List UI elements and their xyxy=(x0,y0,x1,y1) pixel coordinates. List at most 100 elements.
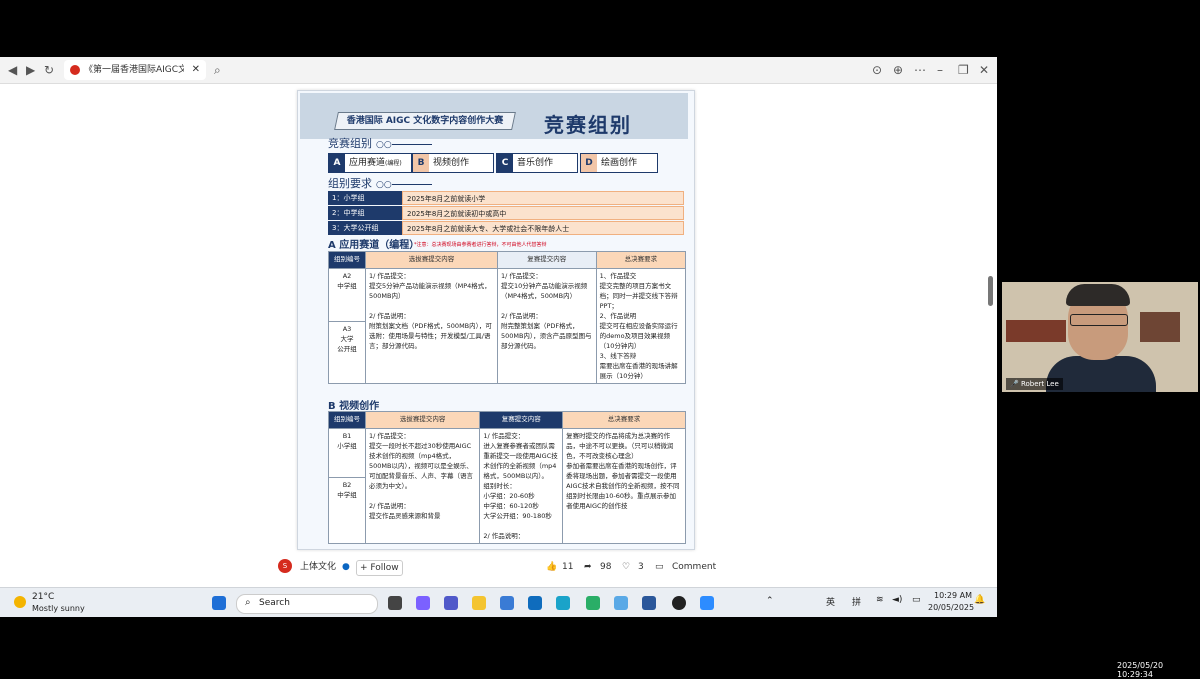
group-b-title: B 视频创作 xyxy=(328,401,380,412)
verified-icon: ● xyxy=(342,562,350,572)
volume-icon[interactable]: ◄) xyxy=(892,595,902,605)
comment-button[interactable]: Comment xyxy=(672,554,716,580)
competition-poster: 香港国际 AIGC 文化数字内容创作大赛 竞赛组别 竞赛组别 ○○ A 应用赛道(编… xyxy=(297,90,695,550)
post-actions-bar: S 上体文化 ● + Follow 👍 11 ➦ 98 ♡ 3 ▭ Commen… xyxy=(272,554,722,580)
wifi-icon[interactable]: ≋ xyxy=(876,595,884,605)
taskbar: 21°C Mostly sunny ⌕ Search ⌃ 英 拼 ≋ ◄) ▭ … xyxy=(0,587,997,617)
browser-tab[interactable]: 《第一届香港国际AIGC文化... ✕ xyxy=(64,60,206,80)
scrollbar[interactable] xyxy=(988,276,993,306)
search-icon: ⌕ xyxy=(245,597,251,608)
comment-icon[interactable]: ▭ xyxy=(655,554,664,580)
site-favicon xyxy=(70,65,80,75)
category-a: A 应用赛道(编程) xyxy=(328,153,412,173)
app-icon[interactable] xyxy=(614,596,628,610)
copilot-icon[interactable] xyxy=(416,596,430,610)
task-view-icon[interactable] xyxy=(388,596,402,610)
table-header: 复赛提交内容 xyxy=(496,251,597,269)
section-categories-label: 竞赛组别 xyxy=(328,137,372,150)
category-label: 音乐创作 xyxy=(517,158,554,168)
participant-glasses xyxy=(1070,314,1128,326)
start-icon[interactable] xyxy=(212,596,226,610)
books xyxy=(1006,320,1066,342)
clock-date[interactable]: 20/05/2025 xyxy=(928,603,974,612)
follow-button[interactable]: + Follow xyxy=(356,560,403,576)
requirement-key: 1：小学组 xyxy=(328,191,402,205)
table-header: 总决赛要求 xyxy=(595,251,687,269)
table-header: 组别编号 xyxy=(328,411,366,429)
search-label: Search xyxy=(259,598,290,608)
taskbar-search[interactable]: ⌕ Search xyxy=(236,594,378,614)
group-a-title: A 应用赛道（编程） xyxy=(328,240,420,251)
repost-icon[interactable]: ➦ xyxy=(584,554,592,580)
table-header: 复赛提交内容 xyxy=(479,411,564,429)
table-header: 总决赛要求 xyxy=(562,411,686,429)
category-sub: (编程) xyxy=(385,160,402,167)
category-b: B 视频创作 xyxy=(412,153,494,173)
requirement-value: 2025年8月之前就读大专、大学或社会不限年龄人士 xyxy=(402,221,684,235)
heart-icon[interactable]: ♡ xyxy=(622,554,630,580)
battery-icon[interactable]: ▭ xyxy=(912,595,921,605)
table-cell: 1、作品提交 提交完整的项目方案书文档；同时一并提交线下答辩PPT； 2、作品说… xyxy=(595,268,687,384)
group-code: A2 中学组 xyxy=(328,267,366,323)
forward-icon[interactable]: ▶ xyxy=(26,62,35,78)
more-icon[interactable]: ⋯ xyxy=(914,62,926,78)
table-cell: 1/ 作品提交： 提交一段时长不超过30秒使用AIGC技术创作的视频（mp4格式… xyxy=(364,428,481,544)
weather-text: Mostly sunny xyxy=(32,604,85,613)
back-icon[interactable]: ◀ xyxy=(8,62,17,78)
chevron-up-icon[interactable]: ⌃ xyxy=(766,596,774,606)
poster-title: 竞赛组别 xyxy=(544,113,632,137)
group-code: B1 小学组 xyxy=(328,427,366,479)
zoom-icon[interactable] xyxy=(700,596,714,610)
video-participant-tile[interactable]: 🎤 Robert Lee xyxy=(1002,282,1198,392)
wechat-icon[interactable] xyxy=(586,596,600,610)
category-letter: A xyxy=(329,154,345,172)
account-name[interactable]: 上体文化 xyxy=(300,554,336,580)
minimize-icon[interactable]: – xyxy=(937,62,943,78)
account-logo[interactable]: S xyxy=(278,559,292,573)
participant-name-text: Robert Lee xyxy=(1020,380,1059,388)
like-icon[interactable]: 👍 xyxy=(546,554,557,580)
heart-count: 3 xyxy=(638,562,644,572)
requirement-row: 3：大学公开组 2025年8月之前就读大专、大学或社会不限年龄人士 xyxy=(328,221,684,235)
download-icon[interactable]: ⊙ xyxy=(872,62,882,78)
edge-icon[interactable] xyxy=(556,596,570,610)
table-row: B1 小学组 1/ 作品提交： 提交一段时长不超过30秒使用AIGC技术创作的视… xyxy=(328,427,686,544)
outlook-icon[interactable] xyxy=(528,596,542,610)
table-header: 选拔赛提交内容 xyxy=(364,411,481,429)
table-row: A2 中学组 1/ 作品提交： 提交5分钟产品功能演示视频（MP4格式，500M… xyxy=(328,267,687,384)
browser-tabbar: ◀ ▶ ↻ 《第一届香港国际AIGC文化... ✕ ⌕ ⊙ ⊕ ⋯ – ❐ ✕ xyxy=(0,57,997,84)
group-code: B2 中学组 xyxy=(328,477,366,544)
requirement-row: 1：小学组 2025年8月之前就读小学 xyxy=(328,191,684,205)
poster-banner: 香港国际 AIGC 文化数字内容创作大赛 xyxy=(334,112,516,130)
restore-icon[interactable]: ❐ xyxy=(958,62,969,78)
search-icon[interactable]: ⌕ xyxy=(214,62,221,78)
requirement-row: 2：中学组 2025年8月之前就读初中或高中 xyxy=(328,206,684,220)
explorer-icon[interactable] xyxy=(472,596,486,610)
category-letter: C xyxy=(497,154,513,172)
requirement-key: 3：大学公开组 xyxy=(328,221,402,235)
ime-mode[interactable]: 拼 xyxy=(852,595,861,608)
clock-time[interactable]: 10:29 AM xyxy=(934,591,972,600)
globe-icon[interactable]: ⊕ xyxy=(893,62,903,78)
group-a-note: *注意：总决赛现场由参赛者进行答辩，不可由他人代替答辩 xyxy=(414,242,547,248)
requirement-key: 2：中学组 xyxy=(328,206,402,220)
media-icon[interactable] xyxy=(672,596,686,610)
table-cell: 复赛时提交的作品将成为总决赛的作品，中途不可以更换。（只可以稍微润色，不可改变核… xyxy=(562,428,686,544)
notification-icon[interactable]: 🔔 xyxy=(974,595,985,605)
teams-icon[interactable] xyxy=(444,596,458,610)
window-close-icon[interactable]: ✕ xyxy=(979,62,989,78)
group-b-table: 组别编号 选拔赛提交内容 复赛提交内容 总决赛要求 B1 小学组 1/ 作品提交… xyxy=(328,411,686,544)
weather-icon xyxy=(14,596,26,608)
table-header: 组别编号 xyxy=(328,251,366,269)
category-c: C 音乐创作 xyxy=(496,153,578,173)
refresh-icon[interactable]: ↻ xyxy=(44,62,54,78)
category-label: 绘画创作 xyxy=(601,158,638,168)
word-icon[interactable] xyxy=(642,596,656,610)
close-tab-icon[interactable]: ✕ xyxy=(192,60,200,80)
weather-temp: 21°C xyxy=(32,592,55,602)
group-a-table: 组别编号 选拔赛提交内容 复赛提交内容 总决赛要求 A2 中学组 1/ 作品提交… xyxy=(328,251,687,384)
poster-banner-text: 香港国际 AIGC 文化数字内容创作大赛 xyxy=(346,116,504,126)
store-icon[interactable] xyxy=(500,596,514,610)
ime-lang[interactable]: 英 xyxy=(826,595,835,608)
table-header-row: 组别编号 选拔赛提交内容 复赛提交内容 总决赛要求 xyxy=(328,251,687,269)
